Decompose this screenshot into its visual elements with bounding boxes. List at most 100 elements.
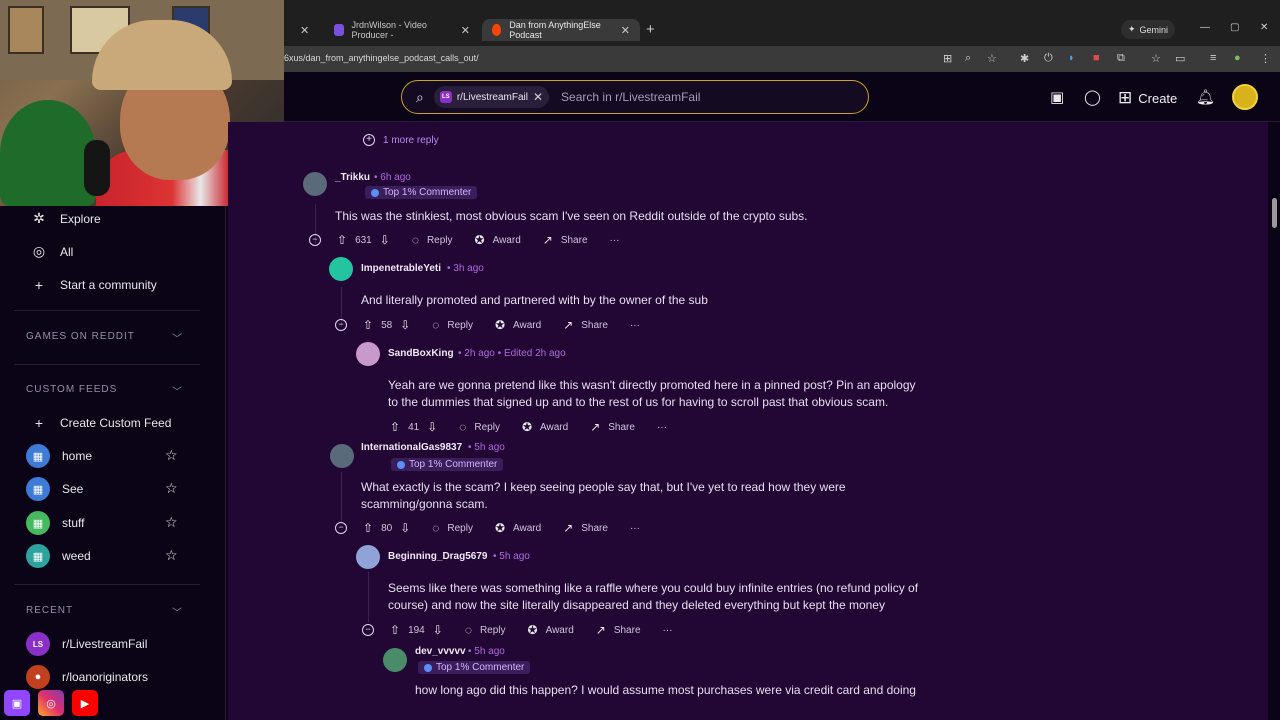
comment-username[interactable]: dev_vvvvv [415,646,466,657]
reply-button[interactable]: ◌ Reply [465,623,506,637]
award-button[interactable]: ✪ Award [475,233,521,247]
favorite-star-icon[interactable]: ☆ [165,547,178,564]
advertise-icon[interactable]: ▣ [1050,88,1064,106]
browser-menu-icon[interactable]: ⋮ [1260,52,1271,65]
comment-username[interactable]: SandBoxKing [388,348,454,359]
share-button[interactable]: ↗ Share [563,521,608,535]
sidebar-item-all[interactable]: ◎ All [30,243,73,260]
search-input[interactable]: Search in r/LivestreamFail [561,90,700,104]
more-options-button[interactable]: ··· [630,320,640,331]
award-button[interactable]: ✪ Award [495,318,541,332]
recent-heading[interactable]: RECENT [26,605,73,616]
share-button[interactable]: ↗ Share [563,318,608,332]
zoom-icon[interactable]: ⌕ [965,52,971,65]
award-button[interactable]: ✪ Award [522,420,568,434]
chip-close-icon[interactable]: ✕ [533,90,543,104]
notification-bell-icon[interactable]: 🔔︎ [1196,88,1215,106]
collapse-icon[interactable]: − [309,234,321,246]
scrollbar-thumb[interactable] [1272,198,1277,228]
sidebar-item-feed-see[interactable]: ▦ See [26,477,83,501]
sidebar-item-feed-home[interactable]: ▦ home [26,444,92,468]
tab-close-icon[interactable]: ✕ [461,24,470,37]
sidebar-item-feed-weed[interactable]: ▦ weed [26,544,91,568]
extension-icon[interactable]: ✱ [1020,52,1029,65]
user-avatar[interactable] [303,172,327,196]
downvote-icon[interactable]: ⇩ [400,318,410,332]
audio-icon[interactable]: ◗ [1068,52,1075,64]
favorites-icon[interactable]: ☆ [1151,52,1161,65]
more-options-button[interactable]: ··· [630,523,640,534]
sidebar-item-recent-livestreamfail[interactable]: LS r/LivestreamFail [26,632,147,656]
window-close-icon[interactable]: ✕ [1260,22,1268,33]
upvote-icon[interactable]: ⇧ [390,420,400,434]
user-avatar[interactable] [356,545,380,569]
restore-icon[interactable]: ▢ [1230,22,1239,33]
upvote-icon[interactable]: ⇧ [363,318,373,332]
collapse-icon[interactable]: − [362,624,374,636]
user-avatar[interactable] [330,444,354,468]
create-custom-feed[interactable]: + Create Custom Feed [30,415,171,431]
more-options-button[interactable]: ··· [610,235,620,246]
create-button[interactable]: ⊞ Create [1118,88,1177,108]
minimize-icon[interactable]: — [1200,22,1210,33]
power-icon[interactable]: ⏻ [1044,52,1053,65]
reply-button[interactable]: ◌ Reply [432,318,473,332]
more-replies-link[interactable]: + 1 more reply [363,134,439,146]
collapse-icon[interactable]: − [335,319,347,331]
gemini-button[interactable]: ✦ Gemini [1121,20,1175,39]
award-button[interactable]: ✪ Award [495,521,541,535]
share-button[interactable]: ↗ Share [596,623,641,637]
reply-button[interactable]: ◌ Reply [412,233,453,247]
reply-button[interactable]: ◌ Reply [432,521,473,535]
extension-badge-icon[interactable]: ■ [1093,52,1100,64]
share-button[interactable]: ↗ Share [590,420,635,434]
user-avatar[interactable] [1232,84,1258,110]
comment-username[interactable]: Beginning_Drag5679 [388,551,487,562]
url-field[interactable]: 6xus/dan_from_anythingelse_podcast_calls… [284,53,479,63]
browser-tab-2[interactable]: JrdnWilson - Video Producer - ✕ [324,19,480,41]
chevron-down-icon[interactable]: ﹀ [172,383,182,398]
sidebar-item-feed-stuff[interactable]: ▦ stuff [26,511,84,535]
puzzle-icon[interactable]: ⧉ [1117,52,1125,65]
subreddit-search-chip[interactable]: LS r/LivestreamFail ✕ [433,86,550,108]
collapse-icon[interactable]: − [335,522,347,534]
profile-icon[interactable]: ● [1234,52,1241,64]
more-options-button[interactable]: ··· [657,422,667,433]
sidepanel-icon[interactable]: ▭ [1175,52,1185,65]
downvote-icon[interactable]: ⇩ [433,623,443,637]
comment-username[interactable]: _Trikku [335,172,370,183]
sidebar-item-explore[interactable]: ✲ Explore [30,210,101,227]
tab-close-icon[interactable]: ✕ [621,24,630,37]
sidebar-item-recent-loanoriginators[interactable]: ● r/loanoriginators [26,665,148,689]
user-avatar[interactable] [329,257,353,281]
sidebar-item-start-community[interactable]: + Start a community [30,277,157,293]
upvote-icon[interactable]: ⇧ [363,521,373,535]
chevron-down-icon[interactable]: ﹀ [172,604,182,619]
new-tab-icon[interactable]: + [646,21,655,38]
chevron-down-icon[interactable]: ﹀ [172,330,182,345]
reply-button[interactable]: ◌ Reply [459,420,500,434]
chat-icon[interactable]: ◯ [1084,88,1101,106]
downvote-icon[interactable]: ⇩ [380,233,390,247]
favorite-star-icon[interactable]: ☆ [165,514,178,531]
reading-list-icon[interactable]: ≡ [1210,52,1216,64]
favorite-star-icon[interactable]: ☆ [165,480,178,497]
award-button[interactable]: ✪ Award [528,623,574,637]
downvote-icon[interactable]: ⇩ [427,420,437,434]
custom-feeds-heading[interactable]: CUSTOM FEEDS [26,384,117,395]
more-options-button[interactable]: ··· [663,625,673,636]
tab-close-icon[interactable]: ✕ [300,24,309,37]
comment-username[interactable]: ImpenetrableYeti [361,263,441,274]
upvote-icon[interactable]: ⇧ [337,233,347,247]
browser-tab-active[interactable]: Dan from AnythingElse Podcast ✕ [482,19,640,41]
share-button[interactable]: ↗ Share [543,233,588,247]
user-avatar[interactable] [383,648,407,672]
games-section-heading[interactable]: GAMES ON REDDIT [26,331,135,342]
bookmark-star-icon[interactable]: ☆ [987,52,997,65]
user-avatar[interactable] [356,342,380,366]
upvote-icon[interactable]: ⇧ [390,623,400,637]
downvote-icon[interactable]: ⇩ [400,521,410,535]
search-bar[interactable]: ⌕ LS r/LivestreamFail ✕ Search in r/Live… [401,80,869,114]
browser-tab-1[interactable]: ✕ [284,19,324,41]
comment-username[interactable]: InternationalGas9837 [361,442,462,453]
